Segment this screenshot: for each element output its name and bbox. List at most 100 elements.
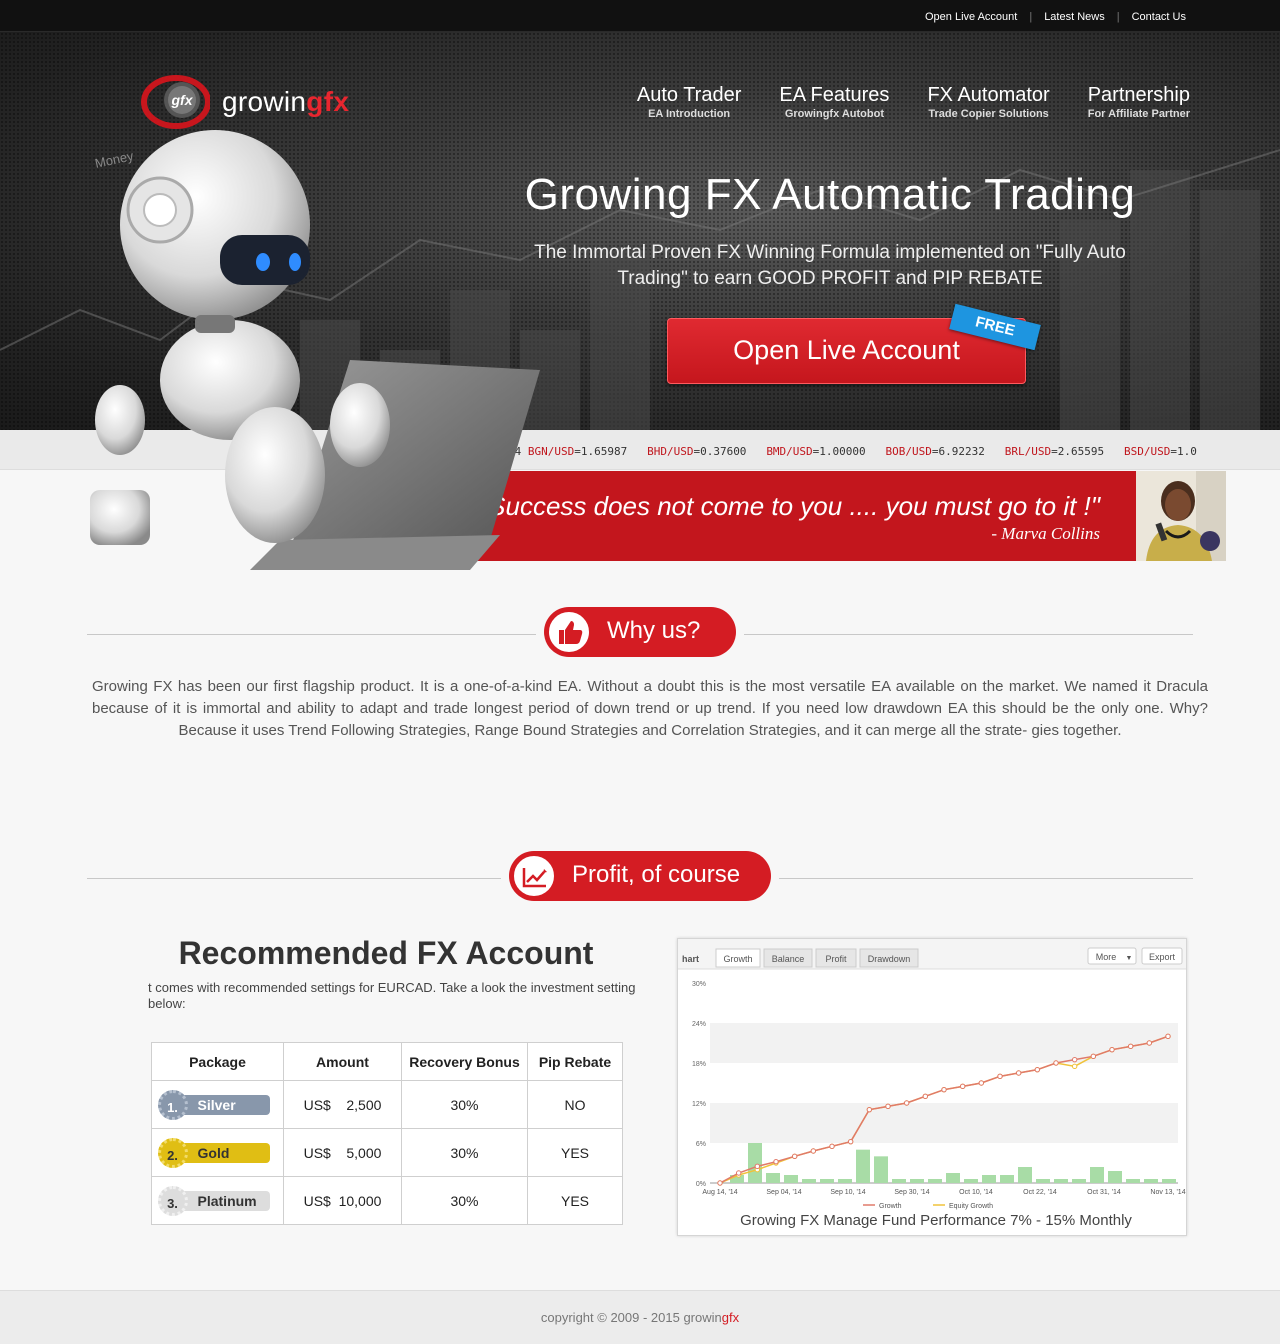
data-point — [754, 1163, 761, 1170]
chart-band — [710, 1023, 1178, 1063]
volume-bar — [910, 1179, 924, 1183]
chart-tab-label: Drawdown — [868, 954, 911, 964]
top-link-latest-news[interactable]: Latest News — [1044, 11, 1105, 23]
silver-badge: 1. Silver — [157, 1089, 270, 1120]
data-point — [885, 1103, 891, 1110]
nav-partnership[interactable]: Partnership For Affiliate Partner — [1088, 84, 1190, 120]
volume-bar — [748, 1143, 762, 1183]
author-photo — [1136, 471, 1226, 561]
chart-export-label: Export — [1149, 952, 1176, 962]
amount-cell: US$ 10,000 — [283, 1176, 402, 1225]
gear-icon: 3. — [157, 1185, 188, 1216]
table-row: 3. Platinum US$ 10,000 30% YES — [151, 1176, 623, 1225]
chart-tab-label: Growth — [723, 954, 752, 964]
data-point — [735, 1170, 742, 1176]
nav-ea-features[interactable]: EA Features Growingfx Autobot — [779, 84, 889, 120]
chart-band — [710, 1103, 1178, 1143]
table-row: 1. Silver US$ 2,500 30% NO — [151, 1080, 623, 1129]
top-link-contact[interactable]: Contact Us — [1132, 11, 1186, 23]
copyright: copyright © 2009 - 2015 growingfx — [0, 1310, 1280, 1325]
recommended-title: Recommended FX Account — [178, 935, 594, 971]
volume-bar — [1162, 1179, 1176, 1183]
rebate-cell: YES — [527, 1176, 623, 1225]
divider-line — [87, 878, 501, 879]
divider-line — [779, 878, 1193, 879]
data-point — [1071, 1063, 1078, 1070]
nav-title: Auto Trader — [636, 84, 742, 106]
volume-bar — [874, 1156, 888, 1183]
robot-illustration — [90, 130, 540, 570]
hero-subtitle: The Immortal Proven FX Winning Formula i… — [534, 242, 1126, 289]
trend-chart-icon — [512, 854, 556, 898]
x-tick-label: Aug 14, '14 — [702, 1189, 737, 1196]
volume-bar — [1108, 1171, 1122, 1183]
data-point — [922, 1093, 929, 1100]
chart-caption: Growing FX Manage Fund Performance 7% - … — [740, 1212, 1132, 1229]
table-header-row: Package Amount Recovery Bonus Pip Rebate — [151, 1042, 623, 1081]
volume-bar — [1126, 1179, 1140, 1183]
x-tick-label: Sep 04, '14 — [766, 1189, 801, 1196]
volume-bar — [784, 1175, 798, 1183]
col-header-package: Package — [151, 1042, 284, 1081]
data-point — [1053, 1060, 1059, 1066]
data-point — [1034, 1066, 1041, 1073]
profit-heading: Profit, of course — [509, 851, 771, 901]
package-name: Gold — [197, 1144, 230, 1161]
nav-auto-trader[interactable]: Auto Trader EA Introduction — [637, 84, 742, 120]
logo-word-main: growin — [222, 86, 307, 117]
volume-bar — [1036, 1179, 1050, 1183]
separator: | — [1029, 11, 1033, 23]
top-links: Open Live Account | Latest News | Contac… — [925, 11, 1186, 23]
divider-line — [744, 634, 1193, 635]
copyright-main: copyright © 2009 - 2015 growin — [540, 1310, 722, 1325]
nav-title: EA Features — [779, 84, 890, 106]
logo-mark-icon: gfx — [141, 75, 210, 129]
recommended-desc: t comes with recommended settings for EU… — [148, 980, 636, 1011]
data-point — [1071, 1056, 1078, 1063]
x-tick-label: Nov 13, '14 — [1150, 1189, 1185, 1196]
volume-bar — [928, 1179, 942, 1183]
volume-bar — [1090, 1167, 1104, 1183]
data-point — [1015, 1070, 1022, 1076]
y-tick-label: 24% — [692, 1021, 706, 1028]
why-us-heading: Why us? — [544, 607, 736, 657]
ticker-pair: BMD/USD — [766, 445, 813, 458]
chevron-down-icon: ▼ — [1126, 955, 1133, 962]
nav-fx-automator[interactable]: FX Automator Trade Copier Solutions — [927, 84, 1049, 120]
logo-mark-text: gfx — [171, 92, 194, 108]
profit-label: Profit, of course — [572, 861, 741, 888]
gold-badge: 2. Gold — [157, 1137, 270, 1168]
data-point — [791, 1153, 798, 1160]
y-tick-label: 6% — [696, 1141, 706, 1148]
top-link-open-account[interactable]: Open Live Account — [925, 11, 1017, 23]
ticker-pair: BRL/USD — [1004, 445, 1052, 458]
y-tick-label: 0% — [696, 1181, 706, 1188]
gear-icon: 2. — [157, 1137, 188, 1168]
nav-title: FX Automator — [927, 84, 1050, 106]
bonus-cell: 30% — [401, 1128, 528, 1177]
rebate-cell: YES — [527, 1128, 623, 1177]
volume-bar — [1144, 1179, 1158, 1183]
bonus-cell: 30% — [401, 1176, 528, 1225]
data-point — [717, 1180, 723, 1186]
top-bar: Open Live Account | Latest News | Contac… — [0, 0, 1280, 32]
amount-cell: US$ 5,000 — [283, 1128, 402, 1177]
ticker-value: =0.37600 — [693, 445, 747, 458]
amount-value: US$ 10,000 — [303, 1192, 382, 1209]
volume-bar — [946, 1173, 960, 1183]
data-point — [1146, 1040, 1153, 1046]
divider-line — [87, 634, 536, 635]
separator: | — [1116, 11, 1120, 23]
footer: copyright © 2009 - 2015 growingfx — [0, 1290, 1280, 1344]
legend-label: Equity Growth — [949, 1203, 993, 1210]
volume-bar — [964, 1179, 978, 1183]
package-name: Silver — [197, 1096, 236, 1113]
ticker-value: =1.00000 — [812, 445, 866, 458]
logo[interactable]: gfx growingfx — [140, 72, 349, 132]
volume-bar — [892, 1179, 906, 1183]
package-cell: 3. Platinum — [151, 1176, 284, 1225]
package-name: Platinum — [197, 1192, 257, 1209]
volume-bar — [766, 1173, 780, 1183]
amount-value: US$ 2,500 — [303, 1096, 382, 1113]
data-point — [959, 1083, 966, 1090]
